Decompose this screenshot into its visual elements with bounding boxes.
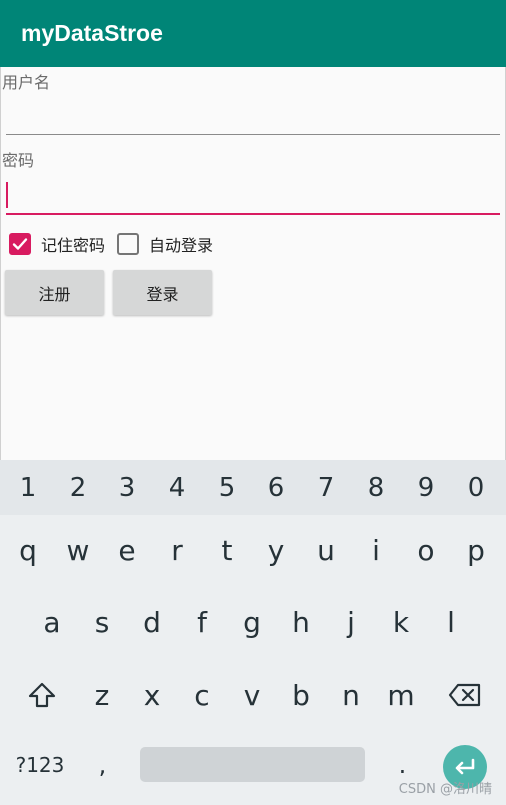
key-n[interactable]: n	[326, 665, 376, 725]
key-s[interactable]: s	[77, 592, 127, 652]
password-field[interactable]	[6, 175, 500, 215]
auto-login-checkbox[interactable]: 自动登录	[117, 232, 213, 256]
key-0[interactable]: 0	[451, 460, 501, 515]
shift-icon[interactable]	[18, 665, 66, 725]
key-f[interactable]: f	[177, 592, 227, 652]
key-4[interactable]: 4	[152, 460, 202, 515]
key-e[interactable]: e	[102, 520, 152, 580]
key-8[interactable]: 8	[351, 460, 401, 515]
username-field[interactable]	[6, 95, 500, 135]
remember-password-label: 记住密码	[41, 236, 106, 255]
key-7[interactable]: 7	[301, 460, 351, 515]
remember-password-checkbox[interactable]: 记住密码	[9, 232, 105, 256]
app-title: myDataStroe	[21, 20, 163, 46]
key-d[interactable]: d	[127, 592, 177, 652]
key-c[interactable]: c	[177, 665, 227, 725]
key-x[interactable]: x	[127, 665, 177, 725]
key-r[interactable]: r	[152, 520, 202, 580]
checkbox-unchecked-icon	[117, 233, 139, 255]
comma-key[interactable]: ,	[80, 740, 125, 790]
symbols-key[interactable]: ?123	[10, 740, 70, 790]
text-cursor	[6, 182, 8, 208]
username-label: 用户名	[2, 73, 51, 92]
password-underline	[6, 213, 500, 215]
key-u[interactable]: u	[301, 520, 351, 580]
key-h[interactable]: h	[276, 592, 326, 652]
key-2[interactable]: 2	[53, 460, 103, 515]
auto-login-label: 自动登录	[149, 236, 214, 255]
register-button[interactable]: 注册	[5, 270, 104, 315]
key-b[interactable]: b	[276, 665, 326, 725]
key-g[interactable]: g	[227, 592, 277, 652]
checkbox-checked-icon	[9, 233, 31, 255]
key-9[interactable]: 9	[401, 460, 451, 515]
key-v[interactable]: v	[227, 665, 277, 725]
key-w[interactable]: w	[53, 520, 103, 580]
watermark: CSDN @洛川晴	[398, 782, 492, 797]
key-j[interactable]: j	[326, 592, 376, 652]
keyboard-number-row: 1 2 3 4 5 6 7 8 9 0	[0, 460, 506, 515]
app-bar: myDataStroe	[0, 0, 506, 67]
key-p[interactable]: p	[451, 520, 501, 580]
key-t[interactable]: t	[202, 520, 252, 580]
key-m[interactable]: m	[376, 665, 426, 725]
key-k[interactable]: k	[376, 592, 426, 652]
key-6[interactable]: 6	[251, 460, 301, 515]
key-i[interactable]: i	[351, 520, 401, 580]
key-q[interactable]: q	[3, 520, 53, 580]
username-underline	[6, 134, 500, 135]
password-label: 密码	[2, 151, 35, 170]
soft-keyboard: 1 2 3 4 5 6 7 8 9 0 q w e r t y u i o p …	[0, 460, 506, 805]
left-edge	[0, 67, 1, 460]
key-3[interactable]: 3	[102, 460, 152, 515]
space-key[interactable]	[140, 747, 365, 782]
login-button[interactable]: 登录	[113, 270, 212, 315]
key-o[interactable]: o	[401, 520, 451, 580]
key-5[interactable]: 5	[202, 460, 252, 515]
key-y[interactable]: y	[251, 520, 301, 580]
key-z[interactable]: z	[77, 665, 127, 725]
key-1[interactable]: 1	[3, 460, 53, 515]
key-a[interactable]: a	[27, 592, 77, 652]
backspace-icon[interactable]	[440, 665, 490, 725]
key-l[interactable]: l	[426, 592, 476, 652]
